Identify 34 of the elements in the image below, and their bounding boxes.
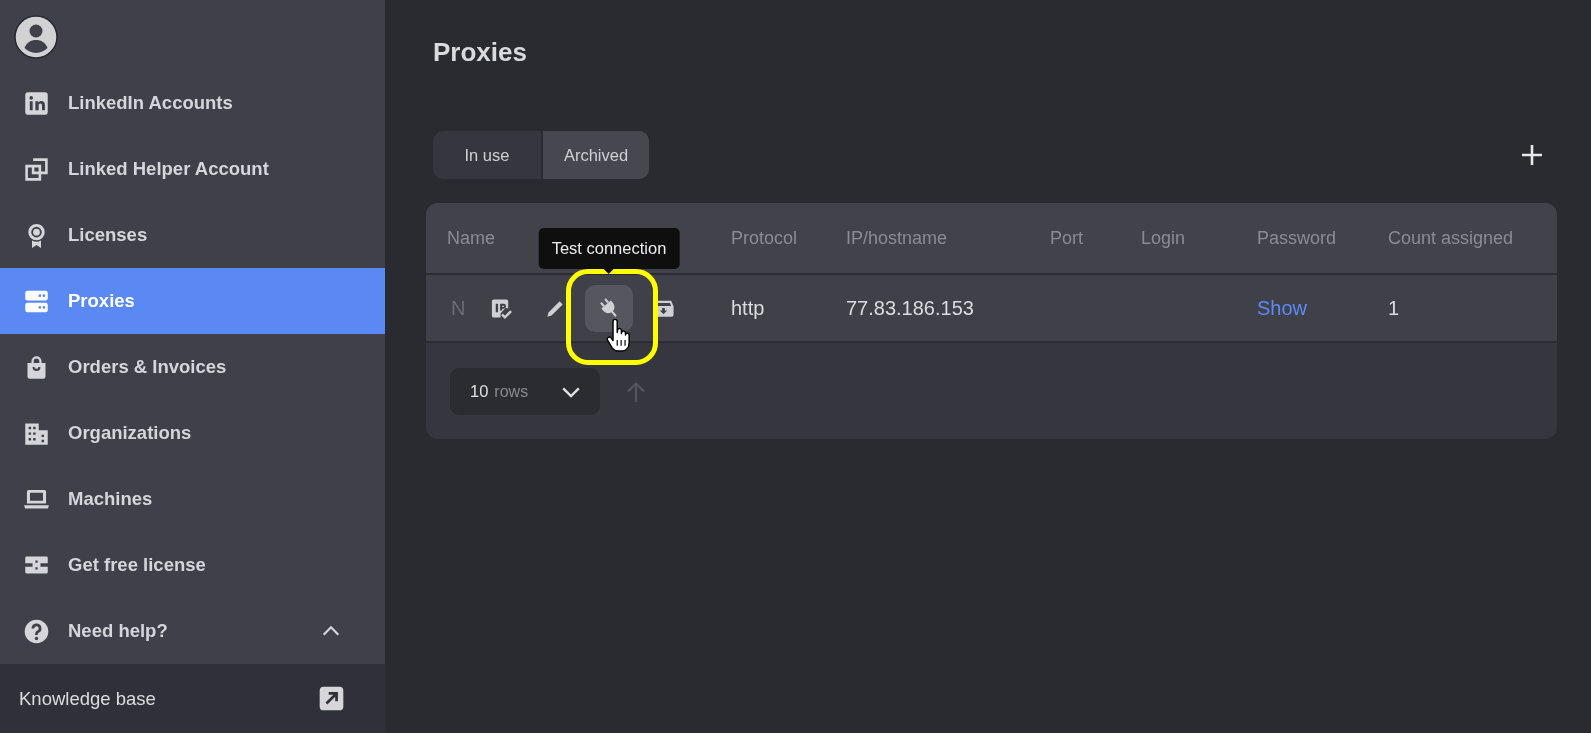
tooltip: Test connection bbox=[538, 227, 680, 269]
table-cell: http bbox=[731, 296, 765, 319]
column-header: Password bbox=[1257, 227, 1337, 248]
external-link-icon bbox=[318, 685, 345, 712]
sidebar-item[interactable]: Get free license bbox=[0, 532, 385, 598]
overlapping-squares-icon bbox=[23, 155, 50, 183]
tab[interactable]: Archived bbox=[541, 131, 649, 179]
column-header: Count assigned bbox=[1388, 227, 1514, 248]
column-header: Protocol bbox=[731, 227, 798, 248]
tooltip-pointer-icon bbox=[604, 268, 614, 274]
sidebar-item[interactable]: Organizations bbox=[0, 400, 385, 466]
tab[interactable]: In use bbox=[433, 131, 541, 179]
column-header: IP/hostname bbox=[846, 227, 948, 248]
sidebar-item[interactable]: LinkedIn Accounts bbox=[0, 70, 385, 136]
table-cell: 1 bbox=[1388, 296, 1400, 319]
sidebar-item[interactable]: Licenses bbox=[0, 202, 385, 268]
help-toggle[interactable]: Need help? bbox=[0, 598, 385, 664]
add-button[interactable] bbox=[1520, 143, 1544, 167]
sidebar-item[interactable]: Machines bbox=[0, 466, 385, 532]
sidebar-item[interactable]: Linked Helper Account bbox=[0, 136, 385, 202]
badge-check-icon bbox=[489, 296, 513, 320]
hand-cursor-icon bbox=[606, 318, 630, 353]
linkedin-icon bbox=[23, 89, 50, 117]
column-header: Name bbox=[447, 227, 495, 248]
plus-icon bbox=[1520, 143, 1544, 167]
knowledge-base-link[interactable]: Knowledge base bbox=[0, 664, 385, 733]
rows-per-page-select[interactable]: 10 rows bbox=[450, 368, 600, 415]
page-title: Proxies bbox=[433, 36, 527, 68]
column-header: Login bbox=[1141, 227, 1186, 248]
help-icon bbox=[23, 617, 50, 645]
avatar-icon bbox=[14, 15, 58, 59]
column-header: Port bbox=[1050, 227, 1083, 248]
table-cell: 77.83.186.153 bbox=[846, 296, 974, 319]
sidebar-item[interactable]: Orders & Invoices bbox=[0, 334, 385, 400]
